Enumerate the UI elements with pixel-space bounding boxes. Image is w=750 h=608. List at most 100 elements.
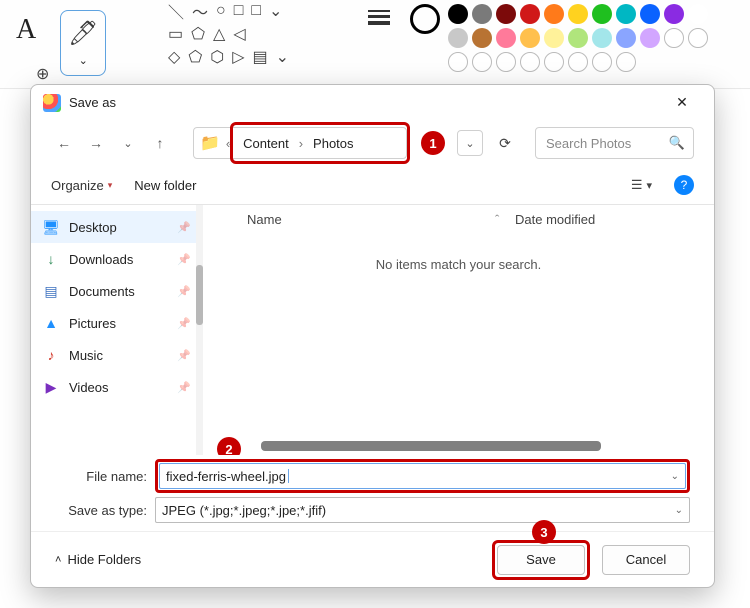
dropdown-arrow-icon[interactable]: ⌄ — [671, 471, 679, 482]
color-swatch-empty[interactable] — [664, 28, 684, 48]
dialog-title: Save as — [69, 95, 116, 110]
sort-indicator-icon: ˆ — [495, 212, 515, 227]
color-swatch-empty[interactable] — [472, 52, 492, 72]
step-3-marker: 3 — [532, 520, 556, 544]
color-swatch-empty[interactable] — [544, 52, 564, 72]
new-folder-button[interactable]: New folder — [134, 178, 196, 193]
color-swatch[interactable] — [472, 4, 492, 24]
filename-input[interactable]: fixed-ferris-wheel.jpg ⌄ — [159, 463, 686, 489]
color-swatch[interactable] — [448, 4, 468, 24]
color-swatch-empty[interactable] — [496, 52, 516, 72]
save-button[interactable]: Save — [497, 545, 585, 575]
refresh-button[interactable]: ⟳ — [489, 130, 521, 156]
back-button[interactable]: ← — [51, 130, 77, 156]
color-swatch-empty[interactable] — [592, 52, 612, 72]
color-swatch[interactable] — [640, 28, 660, 48]
breadcrumb-seg-photos[interactable]: Photos — [309, 134, 357, 153]
column-date[interactable]: Date modified — [515, 212, 702, 227]
hide-folders-toggle[interactable]: ˄ Hide Folders — [55, 552, 141, 567]
paint-app-icon — [43, 94, 61, 112]
search-input[interactable]: Search Photos 🔍 — [535, 127, 694, 159]
line-thickness[interactable] — [368, 6, 390, 28]
color-swatch[interactable] — [616, 28, 636, 48]
breadcrumb-dropdown[interactable]: ⌄ — [457, 130, 483, 156]
dropdown-arrow-icon: ▾ — [108, 180, 113, 191]
help-icon: ? — [681, 178, 688, 192]
close-icon: ✕ — [676, 94, 688, 111]
color-swatch[interactable] — [544, 4, 564, 24]
chevron-right-icon: › — [299, 136, 303, 151]
shapes-picker[interactable]: ＼〜○□□⌄ ▭⬠△◁ ◇⬠⬡▷▤⌄ — [168, 2, 348, 66]
brush-tool[interactable]: 🖊 ⌄ — [60, 10, 106, 76]
sidebar-scrollbar-track[interactable] — [196, 205, 203, 455]
sidebar-item-desktop[interactable]: 🖥Desktop📌 — [31, 211, 203, 243]
search-icon: 🔍 — [669, 135, 685, 151]
field-area: File name: fixed-ferris-wheel.jpg ⌄ Save… — [31, 455, 714, 531]
color-swatch[interactable] — [496, 4, 516, 24]
color-swatch[interactable] — [616, 4, 636, 24]
color-swatch[interactable] — [520, 4, 540, 24]
main-pane: 🖥Desktop📌↓Downloads📌▤Documents📌▲Pictures… — [31, 204, 714, 455]
pin-icon: 📌 — [177, 349, 191, 362]
color-swatch-empty[interactable] — [448, 52, 468, 72]
color-swatch[interactable] — [544, 28, 564, 48]
organize-menu[interactable]: Organize ▾ — [51, 178, 112, 193]
h-scrollbar-thumb[interactable] — [261, 441, 601, 451]
cancel-button[interactable]: Cancel — [602, 545, 690, 575]
forward-button[interactable]: → — [83, 130, 109, 156]
color-palette[interactable] — [448, 4, 728, 72]
save-as-dialog: Save as ✕ ← → ⌄ ↑ 📁 « Content › Photos 1… — [30, 84, 715, 588]
filetype-value: JPEG (*.jpg;*.jpeg;*.jpe;*.jfif) — [162, 503, 326, 518]
pin-icon: 📌 — [177, 285, 191, 298]
sidebar-item-downloads[interactable]: ↓Downloads📌 — [31, 243, 203, 275]
chevron-down-icon: ⌄ — [79, 54, 88, 67]
sidebar-item-label: Music — [69, 348, 103, 363]
column-headers: Name ˆ Date modified — [203, 205, 714, 233]
color-swatch-empty[interactable] — [520, 52, 540, 72]
color-swatch[interactable] — [568, 4, 588, 24]
dialog-toolbar: Organize ▾ New folder ☰ ▾ ? — [31, 166, 714, 204]
sidebar-item-pictures[interactable]: ▲Pictures📌 — [31, 307, 203, 339]
recent-dropdown[interactable]: ⌄ — [115, 130, 141, 156]
breadcrumb-prefix: « — [226, 136, 233, 151]
breadcrumb[interactable]: 📁 « Content › Photos — [193, 127, 407, 159]
breadcrumb-seg-content[interactable]: Content — [239, 134, 293, 153]
pin-icon: 📌 — [177, 381, 191, 394]
filetype-select[interactable]: JPEG (*.jpg;*.jpeg;*.jpe;*.jfif) ⌄ — [155, 497, 690, 523]
color-swatch[interactable] — [640, 4, 660, 24]
color-swatch[interactable] — [568, 28, 588, 48]
music-icon: ♪ — [43, 347, 59, 363]
organize-label: Organize — [51, 178, 104, 193]
dropdown-arrow-icon[interactable]: ⌄ — [675, 505, 683, 516]
pin-icon: 📌 — [177, 253, 191, 266]
color-swatch[interactable] — [664, 4, 684, 24]
sidebar-item-music[interactable]: ♪ Music 📌 — [31, 339, 203, 371]
chevron-up-icon: ˄ — [55, 554, 61, 566]
close-button[interactable]: ✕ — [662, 89, 702, 117]
desktop-icon: 🖥 — [43, 219, 59, 235]
up-button[interactable]: ↑ — [147, 130, 173, 156]
sidebar-item-label: Videos — [69, 380, 109, 395]
color-swatch[interactable] — [520, 28, 540, 48]
color-swatch[interactable] — [448, 28, 468, 48]
text-tool[interactable]: A — [8, 10, 44, 50]
sidebar-scrollbar-thumb[interactable] — [196, 265, 203, 325]
color-swatch[interactable] — [592, 4, 612, 24]
color-swatch[interactable] — [472, 28, 492, 48]
pin-icon: 📌 — [177, 221, 191, 234]
color-swatch-empty[interactable] — [568, 52, 588, 72]
current-color-primary[interactable] — [410, 4, 440, 34]
view-mode-button[interactable]: ☰ ▾ — [631, 177, 652, 193]
sidebar-item-videos[interactable]: ▶Videos📌 — [31, 371, 203, 403]
color-swatch[interactable] — [496, 28, 516, 48]
color-swatch[interactable] — [592, 28, 612, 48]
color-swatch-empty[interactable] — [688, 28, 708, 48]
nav-bar: ← → ⌄ ↑ 📁 « Content › Photos 1 ⌄ ⟳ Searc… — [31, 120, 714, 166]
help-button[interactable]: ? — [674, 175, 694, 195]
sidebar-item-documents[interactable]: ▤Documents📌 — [31, 275, 203, 307]
column-name[interactable]: Name — [215, 212, 495, 227]
zoom-in-icon[interactable]: ⊕ — [36, 64, 49, 84]
color-swatch-empty[interactable] — [616, 52, 636, 72]
color-swatch[interactable] — [688, 4, 708, 24]
h-scrollbar[interactable] — [231, 441, 696, 451]
